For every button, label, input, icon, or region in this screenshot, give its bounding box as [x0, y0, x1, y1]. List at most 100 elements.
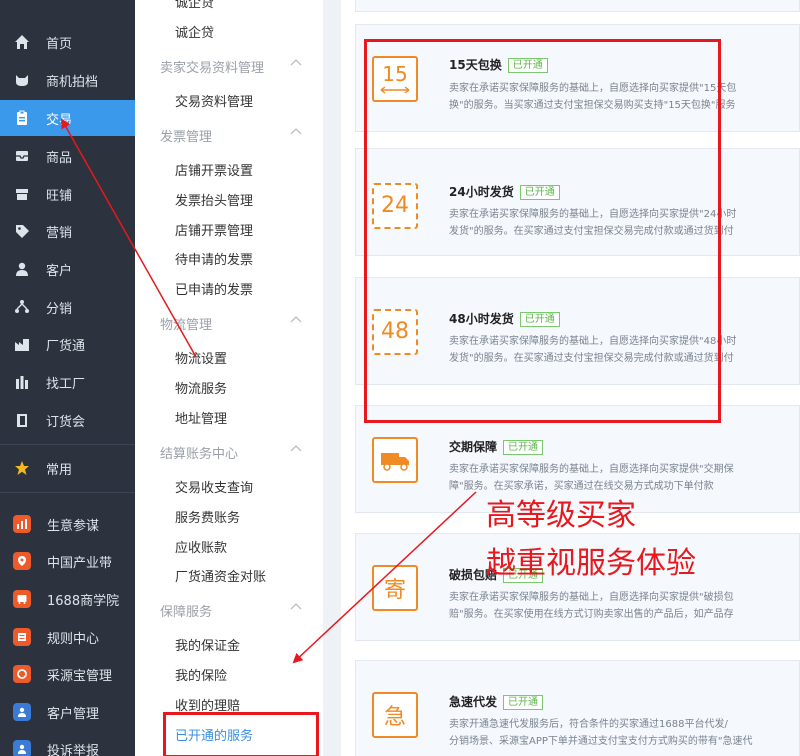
user-icon: [14, 261, 30, 277]
submenu-link[interactable]: 诚企贷: [175, 22, 214, 41]
nav-label: 首页: [46, 36, 73, 52]
nav-divider: [0, 444, 135, 445]
service-description: 卖家在承诺买家保障服务的基础上，自愿选择向买家提供"破损包 赔"服务。在买家使用…: [449, 589, 779, 623]
nav-label: 商机拍档: [46, 74, 99, 90]
nav-item-marketing[interactable]: 营销: [0, 213, 135, 249]
nav-label: 生意参谋: [47, 518, 100, 534]
nav-label: 客户管理: [47, 706, 100, 722]
content-gutter: [323, 0, 341, 756]
nav-item-home[interactable]: 首页: [0, 24, 135, 60]
submenu-link[interactable]: 我的保证金: [175, 635, 240, 654]
highlight-box-services: [364, 39, 721, 423]
chevron-up-icon: [290, 128, 302, 135]
chevron-up-icon: [290, 445, 302, 452]
nav-label: 营销: [46, 225, 73, 241]
store-icon: [14, 186, 30, 202]
submenu-group-title: 物流管理: [160, 318, 213, 333]
submenu-group-title: 卖家交易资料管理: [160, 61, 265, 76]
submenu-link[interactable]: 我的保险: [175, 665, 227, 684]
service-title: 急速代发 已开通: [449, 693, 544, 710]
service-description-line: 分销场景、采源宝APP下单并通过支付宝支付方式购买的带有"急速代: [449, 736, 753, 747]
nav-item-store[interactable]: 旺铺: [0, 176, 135, 212]
submenu-link[interactable]: 交易收支查询: [175, 477, 253, 496]
nav-item-trade[interactable]: 交易: [0, 100, 135, 136]
submenu-link[interactable]: 应收账款: [175, 537, 227, 556]
annotation-text-line2: 越重视服务体验: [486, 546, 696, 581]
secondary-menu: 诚企贷 诚企贷 卖家交易资料管理 交易资料管理 发票管理 店铺开票设置 发票抬头…: [135, 0, 323, 756]
nav-label: 分销: [46, 301, 73, 317]
service-title: 交期保障 已开通: [449, 438, 544, 455]
submenu-group-header[interactable]: 卖家交易资料管理: [160, 57, 310, 76]
inbox-icon: [14, 148, 30, 164]
app-item-business-school[interactable]: 1688商学院: [0, 581, 135, 617]
nav-label: 商品: [46, 150, 73, 166]
submenu-link[interactable]: 店铺开票管理: [175, 220, 253, 239]
nav-label: 厂货通: [46, 338, 86, 354]
app-item-source-management[interactable]: 采源宝管理: [0, 656, 135, 692]
nav-item-find-factory[interactable]: 找工厂: [0, 364, 135, 400]
share-icon: [14, 299, 30, 315]
nav-item-customers[interactable]: 客户: [0, 251, 135, 287]
map-pin-icon: [13, 552, 31, 570]
nav-item-factory-goods[interactable]: 厂货通: [0, 326, 135, 362]
nav-label: 客户: [46, 263, 73, 279]
submenu-link[interactable]: 服务费账务: [175, 507, 240, 526]
nav-label: 找工厂: [46, 376, 86, 392]
chevron-up-icon: [290, 603, 302, 610]
submenu-link[interactable]: 店铺开票设置: [175, 160, 253, 179]
service-description: 卖家开通急速代发服务后，符合条件的买家通过1688平台代发/ 分销场景、采源宝A…: [449, 716, 779, 750]
tag-icon: [14, 223, 30, 239]
nav-item-order-fair[interactable]: 订货会: [0, 402, 135, 438]
submenu-group-header[interactable]: 保障服务: [160, 601, 310, 620]
cat-icon: [14, 72, 30, 88]
service-description-line: 赔"服务。在买家使用在线方式订购卖家出售的产品后，如产品存: [449, 609, 734, 620]
source-icon: [13, 665, 31, 683]
submenu-link[interactable]: 已申请的发票: [175, 279, 253, 298]
app-item-rules-center[interactable]: 规则中心: [0, 619, 135, 655]
submenu-link[interactable]: 厂货通资金对账: [175, 566, 266, 585]
service-title-text: 交期保障: [449, 440, 498, 454]
submenu-group-title: 保障服务: [160, 605, 213, 620]
nav-label: 常用: [46, 462, 73, 478]
nav-label: 采源宝管理: [47, 668, 113, 684]
urgent-icon: 急: [372, 692, 418, 738]
submenu-group-header[interactable]: 发票管理: [160, 126, 310, 145]
truck-icon: [372, 437, 418, 483]
customer-icon: [13, 703, 31, 721]
app-item-industry-belt[interactable]: 中国产业带: [0, 543, 135, 579]
nav-divider: [0, 492, 135, 493]
annotation-text-line1: 高等级买家: [486, 498, 636, 533]
submenu-link[interactable]: 待申请的发票: [175, 249, 253, 268]
nav-item-products[interactable]: 商品: [0, 138, 135, 174]
nav-label: 1688商学院: [47, 593, 120, 609]
submenu-link[interactable]: 物流服务: [175, 378, 227, 397]
submenu-group-header[interactable]: 物流管理: [160, 314, 310, 333]
service-title-text: 急速代发: [449, 695, 498, 709]
submenu-link[interactable]: 诚企贷: [175, 0, 214, 11]
clipboard-icon: [14, 110, 30, 126]
submenu-link[interactable]: 交易资料管理: [175, 91, 253, 110]
send-icon: 寄: [372, 565, 418, 611]
service-description-line: 卖家在承诺买家保障服务的基础上，自愿选择向买家提供"交期保: [449, 464, 734, 475]
nav-label: 订货会: [46, 414, 86, 430]
nav-item-business-partner[interactable]: 商机拍档: [0, 62, 135, 98]
primary-sidebar: 首页 商机拍档 交易 商品 旺铺 营销 客户 分销 厂货通 找工厂 订货会 常用…: [0, 0, 135, 756]
nav-label: 中国产业带: [47, 555, 113, 571]
nav-item-common[interactable]: 常用: [0, 450, 135, 486]
submenu-link[interactable]: 地址管理: [175, 408, 227, 427]
app-item-business-advisor[interactable]: 生意参谋: [0, 506, 135, 542]
submenu-link[interactable]: 发票抬头管理: [175, 190, 253, 209]
chart-icon: [13, 515, 31, 533]
door-icon: [14, 412, 30, 428]
nav-label: 交易: [46, 112, 73, 128]
status-badge: 已开通: [503, 440, 544, 455]
submenu-link[interactable]: 物流设置: [175, 348, 227, 367]
submenu-group-header[interactable]: 结算账务中心: [160, 443, 310, 462]
app-item-customer-management[interactable]: 客户管理: [0, 694, 135, 730]
highlight-box-opened-services: [163, 712, 319, 756]
building-icon: [14, 374, 30, 390]
nav-item-distribution[interactable]: 分销: [0, 289, 135, 325]
star-icon: [14, 460, 30, 476]
app-item-complaints[interactable]: 投诉举报: [0, 731, 135, 756]
submenu-group-title: 结算账务中心: [160, 447, 239, 462]
